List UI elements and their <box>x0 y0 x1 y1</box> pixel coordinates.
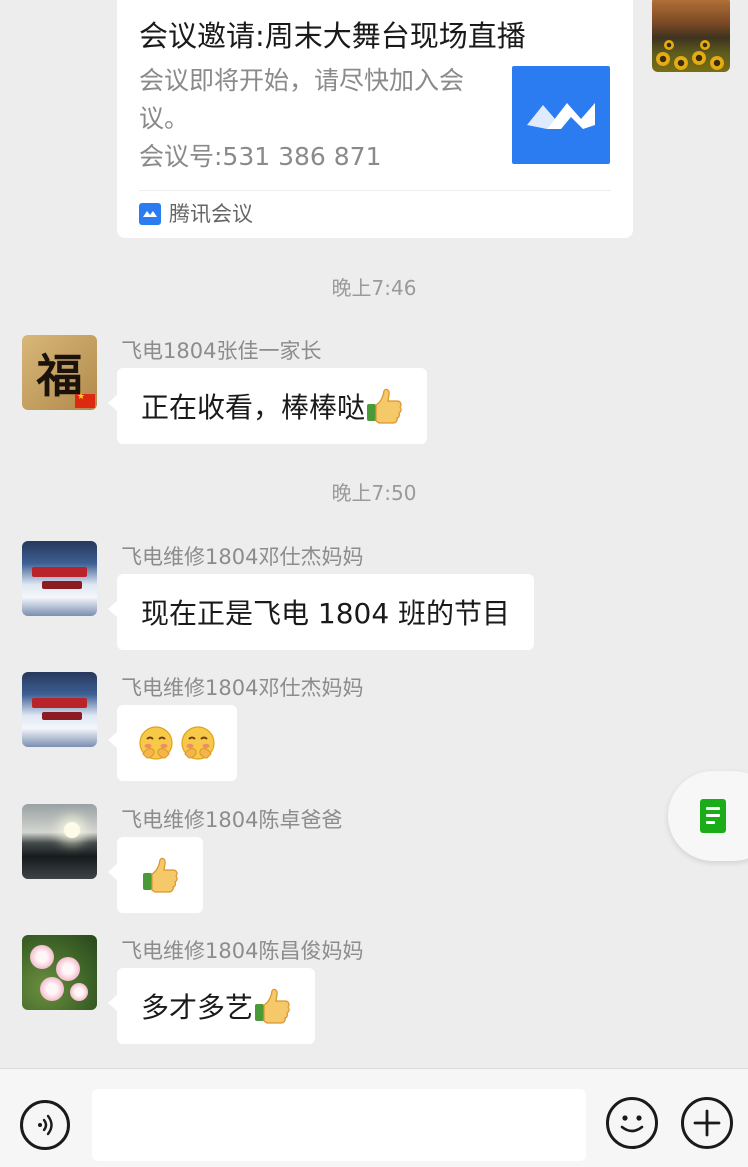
meeting-title: 会议邀请:周末大舞台现场直播 <box>139 19 526 53</box>
china-flag-icon <box>75 392 95 408</box>
floating-note-button[interactable] <box>668 771 748 861</box>
thumbs-up-icon <box>367 388 402 424</box>
tencent-meeting-logo-icon <box>512 66 610 164</box>
avatar[interactable] <box>22 804 97 879</box>
blushing-face-icon <box>181 726 215 760</box>
meeting-description: 会议即将开始，请尽快加入会议。 <box>139 66 465 133</box>
message-text: 多才多艺 <box>141 991 254 1024</box>
message-text: 正在收看，棒棒哒 <box>141 391 366 424</box>
avatar[interactable] <box>22 541 97 616</box>
card-source: 腾讯会议 <box>139 201 253 227</box>
message-text: 现在正是飞电 1804 班的节目 <box>141 597 511 630</box>
my-avatar[interactable] <box>652 0 730 72</box>
timestamp: 晚上7:46 <box>331 276 417 300</box>
card-divider <box>139 190 611 191</box>
message-input[interactable] <box>92 1089 586 1161</box>
thumbs-up-icon <box>255 988 290 1024</box>
thumbs-up-icon <box>143 857 178 893</box>
sender-name: 飞电1804张佳一家长 <box>121 339 322 363</box>
avatar[interactable] <box>22 672 97 747</box>
voice-icon[interactable] <box>20 1100 70 1150</box>
message-bubble[interactable]: 正在收看，棒棒哒 <box>107 368 428 444</box>
document-icon <box>700 799 726 833</box>
message-bubble[interactable]: 现在正是飞电 1804 班的节目 <box>107 574 535 650</box>
message-bubble[interactable] <box>108 837 203 913</box>
sender-name: 飞电维修1804陈昌俊妈妈 <box>121 939 364 963</box>
source-label: 腾讯会议 <box>169 202 253 226</box>
timestamp: 晚上7:50 <box>331 481 417 505</box>
meeting-invite-card[interactable]: 会议邀请:周末大舞台现场直播 会议即将开始，请尽快加入会议。 会议号:531 3… <box>117 0 633 238</box>
sender-name: 飞电维修1804陈卓爸爸 <box>121 808 343 832</box>
avatar[interactable] <box>22 935 97 1010</box>
plus-icon[interactable] <box>681 1097 733 1149</box>
message-bubble[interactable] <box>108 705 237 781</box>
message-bubble[interactable]: 多才多艺 <box>107 968 316 1044</box>
sender-name: 飞电维修1804邓仕杰妈妈 <box>121 545 364 569</box>
avatar[interactable]: 福 <box>22 335 97 410</box>
emoji-icon[interactable] <box>606 1097 658 1149</box>
input-bar <box>0 1068 748 1167</box>
sender-name: 飞电维修1804邓仕杰妈妈 <box>121 676 364 700</box>
blushing-face-icon <box>139 726 173 760</box>
meeting-number: 会议号:531 386 871 <box>139 142 382 171</box>
tencent-meeting-small-icon <box>139 203 161 225</box>
